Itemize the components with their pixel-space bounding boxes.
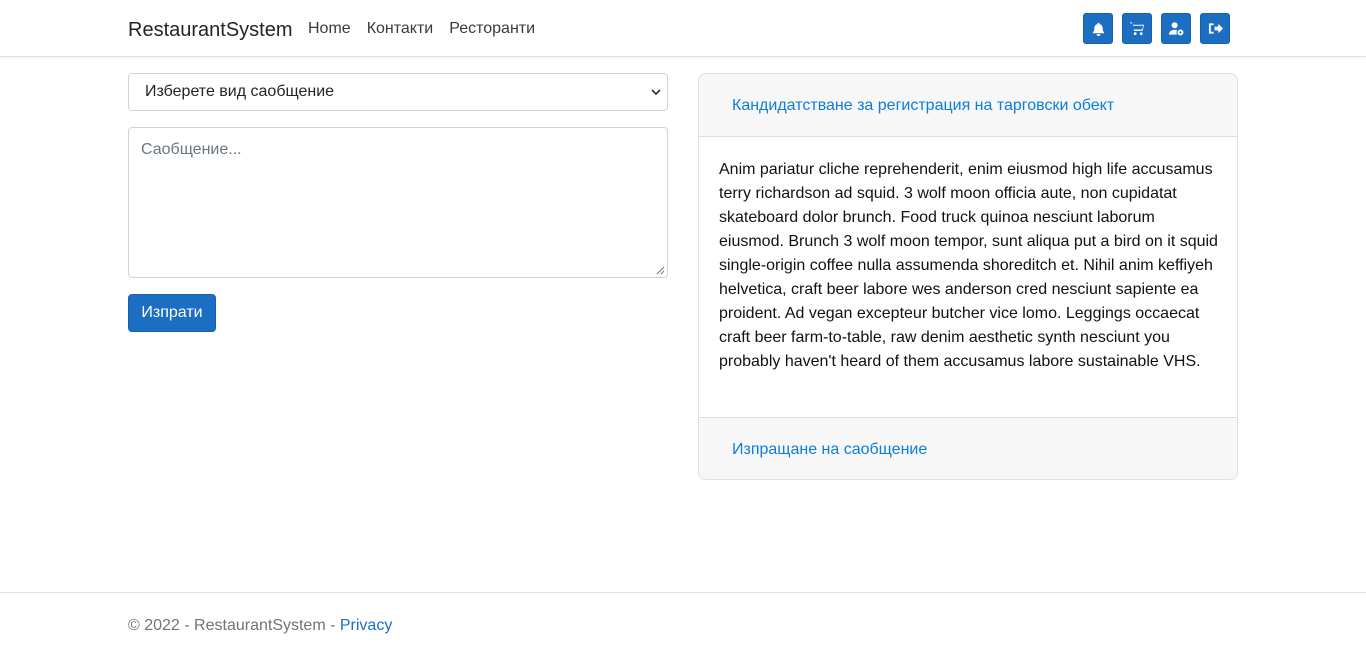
message-placeholder: Саобщение... bbox=[141, 141, 242, 158]
accordion-item-registration-title: Кандидатстване за регистрация на тарговс… bbox=[732, 97, 1115, 114]
cart-button[interactable] bbox=[1122, 13, 1152, 44]
footer-copyright: © 2022 - RestaurantSystem - Privacy bbox=[128, 616, 392, 636]
message-type-select[interactable]: Изберете вид саобщение bbox=[128, 73, 668, 111]
accordion-item-send-message-title: Изпращане на саобщение bbox=[732, 441, 928, 458]
nav-icon-buttons bbox=[1083, 13, 1230, 44]
user-cog-icon bbox=[1168, 22, 1183, 36]
nav-link-contacts[interactable]: Контакти bbox=[367, 19, 434, 39]
logout-button[interactable] bbox=[1200, 13, 1230, 44]
accordion-item-send-message[interactable]: Изпращане на саобщение bbox=[699, 417, 1237, 479]
nav-links: Home Контакти Ресторанти bbox=[308, 19, 535, 39]
nav-link-home[interactable]: Home bbox=[308, 19, 351, 39]
footer: © 2022 - RestaurantSystem - Privacy bbox=[0, 592, 1366, 653]
message-textarea[interactable]: Саобщение... bbox=[128, 127, 668, 278]
navbar: RestaurantSystem Home Контакти Ресторант… bbox=[0, 0, 1366, 57]
footer-copyright-text: © 2022 - RestaurantSystem - bbox=[128, 617, 340, 634]
sign-out-icon bbox=[1208, 23, 1223, 34]
chevron-down-icon bbox=[651, 89, 661, 96]
brand-link[interactable]: RestaurantSystem bbox=[128, 17, 293, 43]
nav-link-restaurants[interactable]: Ресторанти bbox=[449, 19, 535, 39]
message-type-select-value: Изберете вид саобщение bbox=[145, 83, 335, 100]
resize-grip-icon[interactable] bbox=[653, 263, 665, 275]
privacy-link[interactable]: Privacy bbox=[340, 617, 392, 634]
send-button[interactable]: Изпрати bbox=[128, 294, 216, 332]
cart-icon bbox=[1129, 22, 1144, 36]
notifications-button[interactable] bbox=[1083, 13, 1113, 44]
accordion: Кандидатстване за регистрация на тарговс… bbox=[698, 73, 1238, 480]
user-settings-button[interactable] bbox=[1161, 13, 1191, 44]
accordion-item-registration[interactable]: Кандидатстване за регистрация на тарговс… bbox=[699, 74, 1237, 137]
bell-icon bbox=[1092, 22, 1104, 36]
accordion-item-registration-body: Anim pariatur cliche reprehenderit, enim… bbox=[719, 161, 1218, 370]
